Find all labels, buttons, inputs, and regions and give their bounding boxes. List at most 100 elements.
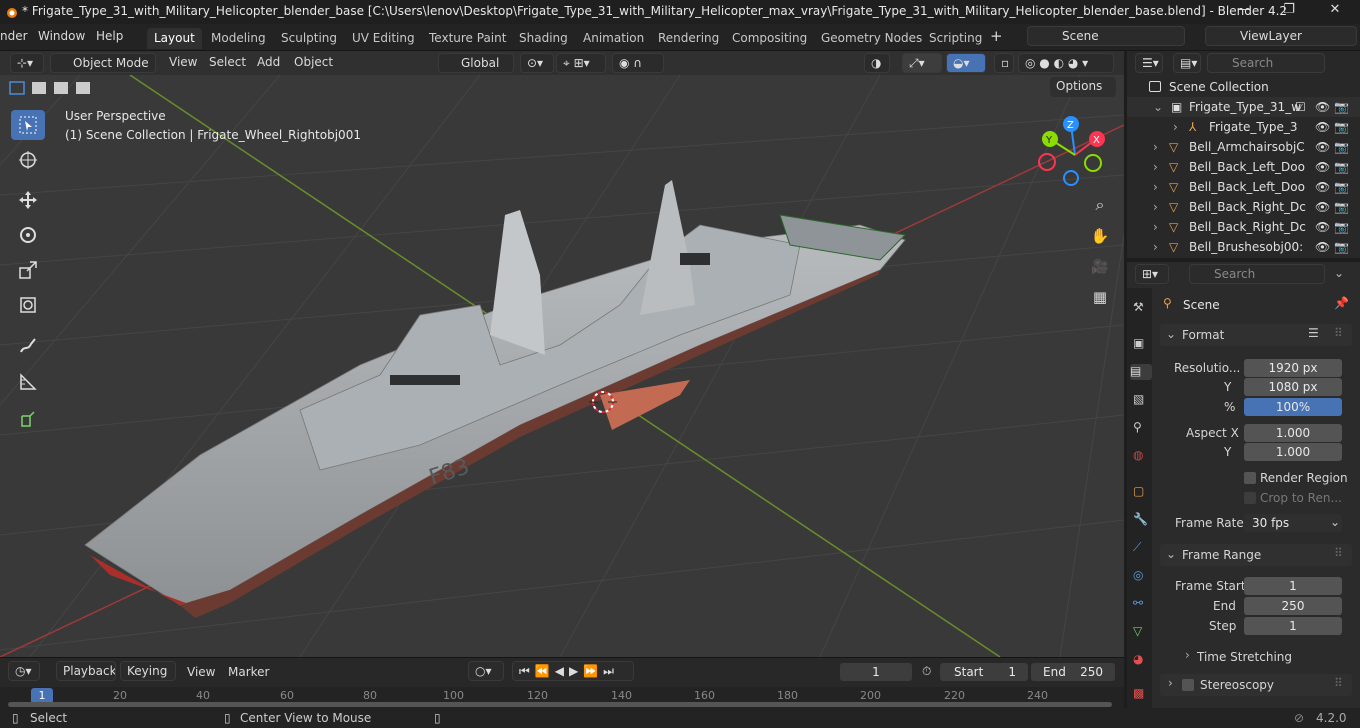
timeline-view-menu[interactable]: View xyxy=(187,665,215,679)
orientation-selector[interactable]: Global xyxy=(438,53,514,73)
timeline-ruler[interactable]: 1 20 40 60 80 100 120 140 160 180 200 22… xyxy=(0,687,1124,709)
overlay-toggle-icon[interactable]: ◒▾ xyxy=(946,53,986,73)
world-tab-icon[interactable]: ◍ xyxy=(1133,448,1149,464)
options-dropdown[interactable]: Options xyxy=(1050,77,1116,97)
frame-start-field[interactable]: 1 xyxy=(1244,577,1342,595)
timeline-start-field[interactable]: Start 1 xyxy=(940,663,1028,681)
format-panel-header[interactable]: ⌄ Format ☰ ⠿ xyxy=(1160,324,1352,346)
timeline-editor-type[interactable]: ◷▾ xyxy=(8,661,40,681)
data-tab-icon[interactable]: ▽ xyxy=(1133,624,1149,640)
cursor-tool[interactable] xyxy=(11,145,45,175)
measure-tool[interactable] xyxy=(11,367,45,397)
tab-modeling[interactable]: Modeling xyxy=(204,28,273,49)
properties-editor-type[interactable]: ⊞▾ xyxy=(1135,264,1169,284)
tab-geometry-nodes[interactable]: Geometry Nodes xyxy=(814,28,929,49)
tab-uv-editing[interactable]: UV Editing xyxy=(345,28,422,49)
outliner-item[interactable]: › ▽ Bell_Back_Right_Dc 👁 📷 xyxy=(1127,217,1360,237)
stereoscopy-panel-header[interactable]: › Stereoscopy ⠿ xyxy=(1160,674,1352,696)
eye-icon[interactable]: 👁 xyxy=(1315,177,1330,197)
eye-icon[interactable]: 👁 xyxy=(1315,97,1330,117)
select-mode-buttons[interactable] xyxy=(8,80,104,98)
rotate-tool[interactable] xyxy=(11,220,45,250)
outliner-item[interactable]: › ▽ Bell_ArmchairsobjC 👁 📷 xyxy=(1127,137,1360,157)
maximize-button[interactable]: ❐ xyxy=(1266,2,1312,22)
object-tab-icon[interactable]: ▢ xyxy=(1133,484,1149,500)
navigation-gizmo[interactable]: Z X Y xyxy=(1030,115,1120,195)
outliner-editor-type[interactable]: ☰▾ xyxy=(1135,53,1163,73)
pin-icon[interactable]: 📌 xyxy=(1334,296,1349,310)
camera-render-icon[interactable]: 📷 xyxy=(1334,197,1349,217)
3d-viewport[interactable]: F83 Options User Perspective (1) Scene C… xyxy=(0,75,1124,657)
outliner-item[interactable]: › ▽ Bell_Back_Left_Doo 👁 📷 xyxy=(1127,177,1360,197)
output-tab-icon[interactable]: ▤ xyxy=(1130,364,1152,380)
scene-selector[interactable]: Scene xyxy=(1027,26,1185,46)
stereoscopy-checkbox[interactable] xyxy=(1182,679,1194,691)
menu-render[interactable]: nder xyxy=(0,29,28,43)
eye-icon[interactable]: 👁 xyxy=(1315,117,1330,137)
tab-texture-paint[interactable]: Texture Paint xyxy=(422,28,513,49)
eye-icon[interactable]: 👁 xyxy=(1315,197,1330,217)
view-layer-tab-icon[interactable]: ▧ xyxy=(1133,392,1149,408)
camera-view-button[interactable]: 🎥 xyxy=(1087,254,1113,280)
box-select-icons[interactable] xyxy=(8,80,104,96)
tab-rendering[interactable]: Rendering xyxy=(651,28,726,49)
particles-tab-icon[interactable]: ⟋ xyxy=(1133,540,1149,556)
menu-select[interactable]: Select xyxy=(209,55,246,69)
camera-render-icon[interactable]: 📷 xyxy=(1334,237,1349,257)
outliner-item[interactable]: › ▽ Bell_Back_Right_Dc 👁 📷 xyxy=(1127,197,1360,217)
outliner-item[interactable]: ⌄ ▣ Frigate_Type_31_w ☑ 👁 📷 xyxy=(1127,97,1360,117)
texture-tab-icon[interactable]: ▩ xyxy=(1133,686,1149,702)
time-stretching-subpanel[interactable]: Time Stretching xyxy=(1197,650,1292,664)
editor-type-icon[interactable]: ⊹▾ xyxy=(10,53,44,73)
tab-layout[interactable]: Layout xyxy=(147,28,202,49)
outliner-item[interactable]: › ▽ Bell_Brushesobj00: 👁 📷 xyxy=(1127,237,1360,257)
display-mode-icon[interactable]: ▤▾ xyxy=(1173,53,1201,73)
close-button[interactable]: ✕ xyxy=(1312,2,1358,22)
physics-tab-icon[interactable]: ◎ xyxy=(1133,568,1149,584)
annotate-tool[interactable] xyxy=(11,330,45,360)
transform-tool[interactable] xyxy=(11,290,45,320)
timeline-end-field[interactable]: End 250 xyxy=(1031,663,1115,681)
menu-view[interactable]: View xyxy=(169,55,197,69)
tab-compositing[interactable]: Compositing xyxy=(725,28,814,49)
pan-button[interactable]: ✋ xyxy=(1087,223,1113,249)
crop-checkbox[interactable] xyxy=(1244,492,1256,504)
visibility-icon[interactable]: ◑ xyxy=(864,53,890,73)
auto-keying-toggle[interactable]: ○▾ xyxy=(468,661,504,681)
eye-icon[interactable]: 👁 xyxy=(1315,217,1330,237)
material-tab-icon[interactable]: ◕ xyxy=(1133,652,1149,668)
viewlayer-selector[interactable]: ViewLayer xyxy=(1205,26,1357,46)
snap-icon[interactable]: ⌖ ⊞▾ xyxy=(556,53,606,73)
playback-controls[interactable]: ⏮⏪◀▶⏩⏭ xyxy=(512,661,634,681)
tab-animation[interactable]: Animation xyxy=(576,28,651,49)
menu-add[interactable]: Add xyxy=(257,55,280,69)
properties-search[interactable]: Search xyxy=(1189,264,1325,284)
timeline-marker-menu[interactable]: Marker xyxy=(228,665,269,679)
timeline-scrollbar[interactable] xyxy=(8,702,1112,707)
resolution-x-field[interactable]: 1920 px xyxy=(1244,359,1342,377)
aspect-x-field[interactable]: 1.000 xyxy=(1244,424,1342,442)
outliner-item[interactable]: › ⅄ Frigate_Type_3 👁 📷 xyxy=(1127,117,1360,137)
xray-icon[interactable]: ▫ xyxy=(994,53,1014,73)
camera-render-icon[interactable]: 📷 xyxy=(1334,177,1349,197)
aspect-y-field[interactable]: 1.000 xyxy=(1244,443,1342,461)
list-icon[interactable]: ☰ xyxy=(1308,326,1319,340)
camera-render-icon[interactable]: 📷 xyxy=(1334,157,1349,177)
tab-scripting[interactable]: Scripting xyxy=(922,28,989,49)
add-cube-tool[interactable] xyxy=(11,405,45,435)
modifier-tab-icon[interactable]: 🔧 xyxy=(1133,512,1149,528)
zoom-button[interactable]: ⌕ xyxy=(1087,192,1113,218)
playback-menu[interactable]: Playback xyxy=(56,661,116,681)
eye-icon[interactable]: 👁 xyxy=(1315,137,1330,157)
frame-rate-dropdown[interactable]: 30 fps xyxy=(1244,514,1342,532)
render-tab-icon[interactable]: ▣ xyxy=(1133,336,1149,352)
eye-icon[interactable]: 👁 xyxy=(1315,157,1330,177)
keying-menu[interactable]: Keying xyxy=(120,661,176,681)
chevron-down-icon[interactable]: ⌄ xyxy=(1334,266,1344,280)
select-box-tool[interactable] xyxy=(11,110,45,140)
frame-end-field[interactable]: 250 xyxy=(1244,597,1342,615)
scene-tab-icon[interactable]: ⚲ xyxy=(1133,420,1149,436)
frame-step-field[interactable]: 1 xyxy=(1244,617,1342,635)
drag-handle-icon[interactable]: ⠿ xyxy=(1334,676,1343,690)
menu-window[interactable]: Window xyxy=(38,29,85,43)
